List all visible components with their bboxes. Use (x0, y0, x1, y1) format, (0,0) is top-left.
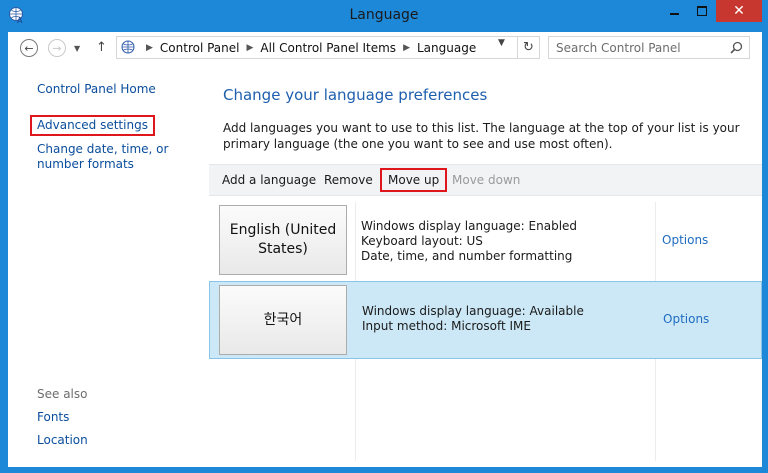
sidebar-link-advanced-settings[interactable]: Advanced settings (30, 115, 155, 136)
minimize-icon (669, 13, 679, 15)
language-tile-english[interactable]: English (United States) (219, 205, 347, 275)
language-info-line: Input method: Microsoft IME (362, 319, 531, 333)
sidebar-link-location[interactable]: Location (37, 433, 88, 448)
language-list: English (United States) Windows display … (209, 196, 762, 461)
arrow-up-icon: ↑ (96, 40, 107, 55)
recent-pages-dropdown[interactable]: ▼ (74, 44, 80, 53)
sidebar-link-fonts[interactable]: Fonts (37, 410, 69, 425)
close-button[interactable]: ✕ (716, 0, 762, 22)
window-title: Language (349, 7, 419, 23)
sidebar-link-control-panel-home[interactable]: Control Panel Home (37, 82, 156, 97)
options-link-korean[interactable]: Options (663, 312, 709, 326)
move-up-button[interactable]: Move up (380, 168, 448, 192)
up-button[interactable]: ↑ (96, 40, 107, 55)
breadcrumb-all-items[interactable]: All Control Panel Items (260, 41, 396, 55)
control-panel-icon (121, 40, 135, 53)
language-info: Windows display language: Enabled Keyboa… (361, 219, 577, 264)
chevron-right-icon[interactable]: ▶ (146, 43, 153, 53)
chevron-right-icon[interactable]: ▶ (403, 43, 410, 53)
language-row-english[interactable]: English (United States) Windows display … (209, 202, 762, 280)
refresh-button[interactable]: ↻ (518, 36, 540, 59)
breadcrumb-control-panel[interactable]: Control Panel (160, 41, 240, 55)
language-info-line: Date, time, and number formatting (361, 249, 573, 263)
chevron-right-icon[interactable]: ▶ (247, 43, 254, 53)
title-bar[interactable]: A Language ✕ (0, 0, 768, 32)
language-info-line: Windows display language: Available (362, 304, 584, 318)
close-icon: ✕ (733, 3, 745, 19)
language-toolbar: Add a language Remove Move up Move down (209, 164, 762, 196)
back-button[interactable]: ← (20, 39, 38, 57)
arrow-right-icon: → (52, 41, 62, 55)
move-down-button: Move down (452, 173, 521, 187)
address-bar: ← → ▼ ↑ ▶ Control Panel ▶ All Control Pa… (8, 32, 762, 66)
see-also-label: See also (37, 387, 88, 401)
breadcrumb-language[interactable]: Language (417, 41, 476, 55)
page-description: Add languages you want to use to this li… (223, 121, 740, 151)
maximize-icon (697, 6, 707, 16)
chevron-down-icon: ▼ (498, 38, 505, 48)
refresh-icon: ↻ (523, 40, 534, 55)
forward-button[interactable]: → (48, 39, 66, 57)
address-dropdown[interactable]: ▼ (498, 38, 505, 48)
language-window: A Language ✕ ← → ▼ ↑ ▶ Control Panel ▶ A… (0, 0, 768, 473)
maximize-button[interactable] (688, 0, 716, 22)
language-tile-korean[interactable]: 한국어 (219, 285, 347, 355)
arrow-left-icon: ← (24, 41, 34, 55)
page-title: Change your language preferences (223, 86, 488, 104)
remove-button[interactable]: Remove (324, 173, 373, 187)
language-info-line: Keyboard layout: US (361, 234, 483, 248)
language-info-line: Windows display language: Enabled (361, 219, 578, 233)
sidebar-link-date-time-formats[interactable]: Change date, time, or number formats (37, 142, 212, 172)
search-icon[interactable] (730, 41, 743, 54)
chevron-down-icon: ▼ (74, 44, 81, 53)
options-link-english[interactable]: Options (662, 233, 708, 247)
address-field[interactable]: ▶ Control Panel ▶ All Control Panel Item… (116, 36, 518, 59)
add-language-button[interactable]: Add a language (222, 173, 316, 187)
language-info: Windows display language: Available Inpu… (362, 304, 584, 334)
search-box[interactable]: Search Control Panel (548, 36, 750, 59)
language-row-korean[interactable]: 한국어 Windows display language: Available … (209, 281, 762, 359)
minimize-button[interactable] (660, 0, 688, 22)
search-input[interactable]: Search Control Panel (556, 41, 681, 55)
content-area: ← → ▼ ↑ ▶ Control Panel ▶ All Control Pa… (8, 32, 762, 467)
